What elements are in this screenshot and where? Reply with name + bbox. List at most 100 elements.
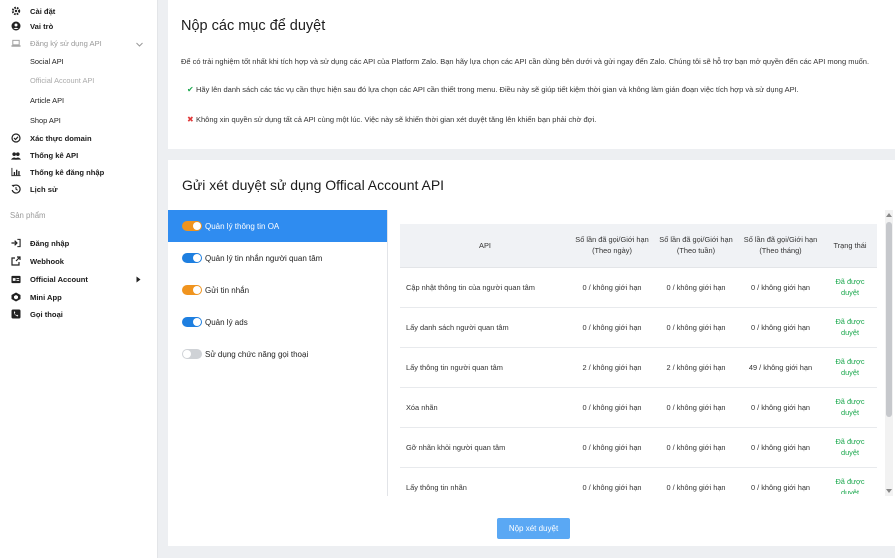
api-table-container: API Số lần đã gọi/Giới hạn (Theo ngày) S… — [400, 224, 877, 494]
api-name-cell: Lấy danh sách người quan tâm — [400, 307, 570, 348]
divider — [387, 210, 388, 496]
review-title: Gửi xét duyệt sử dụng Offical Account AP… — [182, 177, 445, 193]
api-group-label: Gửi tin nhắn — [205, 285, 250, 295]
bar-chart-icon — [11, 167, 21, 177]
sidebar-item-shop-api[interactable]: Shop API — [0, 112, 157, 128]
api-name-cell: Xóa nhãn — [400, 387, 570, 428]
sidebar-item-article-api[interactable]: Article API — [0, 92, 157, 108]
month-usage-cell: 49 / không giới hạn — [738, 347, 823, 388]
laptop-icon — [11, 38, 21, 48]
sidebar-item-label: Article API — [30, 95, 65, 105]
sidebar-item-webhook[interactable]: Webhook — [0, 253, 157, 269]
api-name-cell: Lấy thông tin người quan tâm — [400, 347, 570, 388]
api-group-label: Sử dụng chức năng gọi thoại — [205, 349, 309, 359]
status-cell: Đã được duyệt — [823, 307, 877, 348]
external-link-icon — [11, 256, 21, 266]
week-usage-cell: 0 / không giới hạn — [654, 427, 738, 468]
sidebar-item-label: Webhook — [30, 256, 65, 266]
toggle-switch[interactable] — [182, 253, 202, 263]
api-group-label: Quản lý tin nhắn người quan tâm — [205, 253, 323, 263]
sidebar-item-label: Shop API — [30, 115, 61, 125]
sidebar-item-login-stats[interactable]: Thống kê đăng nhập — [0, 164, 157, 180]
day-usage-cell: 2 / không giới hạn — [570, 347, 654, 388]
scrollbar-thumb[interactable] — [886, 222, 892, 417]
api-group-send-message[interactable]: Gửi tin nhắn — [168, 274, 388, 306]
table-header-row: API Số lần đã gọi/Giới hạn (Theo ngày) S… — [400, 224, 877, 268]
mini-app-icon — [11, 292, 21, 302]
table-row: Lấy danh sách người quan tâm 0 / không g… — [400, 307, 877, 348]
sidebar-item-label: Social API — [30, 56, 64, 66]
sidebar-item-api-stats[interactable]: Thống kê API — [0, 147, 157, 163]
month-usage-cell: 0 / không giới hạn — [738, 427, 823, 468]
api-group-voice-call[interactable]: Sử dụng chức năng gọi thoại — [168, 338, 388, 370]
check-icon: ✔ — [187, 85, 194, 94]
sidebar-item-label: Cài đặt — [30, 6, 56, 16]
week-usage-cell: 0 / không giới hạn — [654, 467, 738, 494]
users-icon — [11, 150, 21, 160]
api-group-oa-info[interactable]: Quản lý thông tin OA — [168, 210, 388, 242]
day-usage-cell: 0 / không giới hạn — [570, 387, 654, 428]
month-usage-cell: 0 / không giới hạn — [738, 387, 823, 428]
user-circle-icon — [11, 21, 21, 31]
column-header: Số lần đã gọi/Giới hạn (Theo ngày) — [570, 224, 654, 268]
dont-guideline: ✖ Không xin quyền sử dụng tất cả API cùn… — [187, 114, 886, 126]
month-usage-cell: 0 / không giới hạn — [738, 267, 823, 308]
api-group-ads[interactable]: Quản lý ads — [168, 306, 388, 338]
status-cell: Đã được duyệt — [823, 387, 877, 428]
sidebar-item-label: Official Account — [30, 274, 88, 284]
sidebar-item-label: Thống kê API — [30, 150, 79, 160]
day-usage-cell: 0 / không giới hạn — [570, 267, 654, 308]
sidebar-item-domain-verification[interactable]: Xác thực domain — [0, 130, 157, 146]
history-icon — [11, 184, 21, 194]
page-title: Nộp các mục để duyệt — [181, 18, 326, 34]
api-group-follower-messages[interactable]: Quản lý tin nhắn người quan tâm — [168, 242, 388, 274]
sidebar-item-roles[interactable]: Vai trò — [0, 18, 157, 34]
column-header: Trạng thái — [823, 224, 877, 268]
sidebar-item-label: Đăng nhập — [30, 238, 70, 248]
api-name-cell: Lấy thông tin nhãn — [400, 467, 570, 494]
toggle-switch[interactable] — [182, 285, 202, 295]
sidebar-item-settings[interactable]: Cài đặt — [0, 3, 157, 19]
sidebar-item-api-registration[interactable]: Đăng ký sử dụng API — [0, 35, 157, 51]
phone-icon — [11, 309, 21, 319]
scroll-up-icon[interactable] — [886, 213, 892, 217]
toggle-switch[interactable] — [182, 349, 202, 359]
submit-review-button[interactable]: Nộp xét duyệt — [497, 518, 570, 539]
sidebar: Cài đặt Vai trò Đăng ký sử dụng API Soci… — [0, 0, 158, 558]
sidebar-item-label: Lịch sử — [30, 184, 58, 194]
table-scrollbar[interactable] — [885, 210, 893, 496]
day-usage-cell: 0 / không giới hạn — [570, 307, 654, 348]
sidebar-item-label: Vai trò — [30, 21, 54, 31]
sidebar-item-label: Gọi thoại — [30, 309, 63, 319]
status-cell: Đã được duyệt — [823, 347, 877, 388]
sidebar-item-label: Thống kê đăng nhập — [30, 167, 105, 177]
gear-icon — [11, 6, 21, 16]
scroll-down-icon[interactable] — [886, 489, 892, 493]
table-row: Cập nhật thông tin của người quan tâm 0 … — [400, 267, 877, 308]
sidebar-item-official-account-api[interactable]: Official Account API — [0, 72, 157, 88]
chevron-down-icon — [136, 39, 143, 49]
sidebar-item-official-account[interactable]: Official Account — [0, 271, 157, 287]
day-usage-cell: 0 / không giới hạn — [570, 427, 654, 468]
column-header: Số lần đã gọi/Giới hạn (Theo tháng) — [738, 224, 823, 268]
status-cell: Đã được duyệt — [823, 467, 877, 494]
products-section-title: Sản phẩm — [10, 211, 46, 220]
sidebar-item-login[interactable]: Đăng nhập — [0, 235, 157, 251]
api-name-cell: Cập nhật thông tin của người quan tâm — [400, 267, 570, 308]
toggle-switch[interactable] — [182, 221, 202, 231]
sidebar-item-mini-app[interactable]: Mini App — [0, 289, 157, 305]
intro-description: Để có trải nghiệm tốt nhất khi tích hợp … — [181, 57, 870, 66]
sidebar-item-voice-call[interactable]: Gọi thoại — [0, 306, 157, 322]
toggle-switch[interactable] — [182, 317, 202, 327]
week-usage-cell: 2 / không giới hạn — [654, 347, 738, 388]
api-group-label: Quản lý ads — [205, 317, 248, 327]
sidebar-item-history[interactable]: Lịch sử — [0, 181, 157, 197]
table-row: Lấy thông tin người quan tâm 2 / không g… — [400, 347, 877, 388]
sidebar-item-label: Official Account API — [30, 75, 95, 85]
status-cell: Đã được duyệt — [823, 267, 877, 308]
week-usage-cell: 0 / không giới hạn — [654, 387, 738, 428]
sidebar-item-label: Đăng ký sử dụng API — [30, 38, 102, 48]
dont-guideline-text: Không xin quyền sử dụng tất cả API cùng … — [196, 115, 597, 124]
sidebar-item-label: Mini App — [30, 292, 62, 302]
sidebar-item-social-api[interactable]: Social API — [0, 53, 157, 69]
